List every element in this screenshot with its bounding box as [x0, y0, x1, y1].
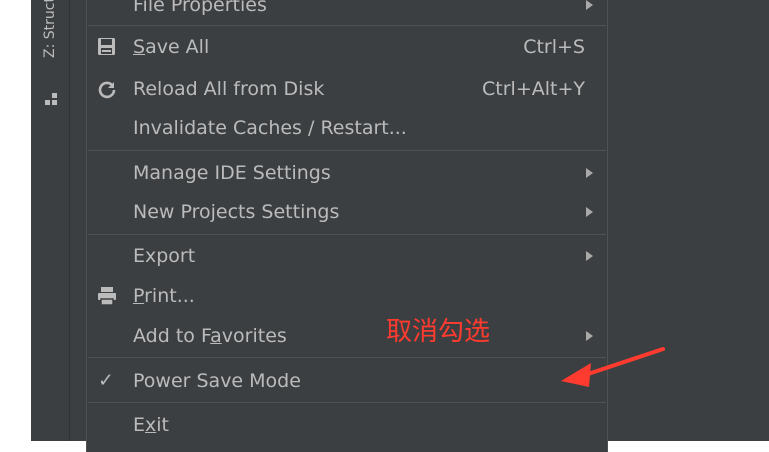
structure-tool-tab[interactable]: Z: Struct [42, 0, 62, 120]
menu-separator [88, 402, 606, 403]
menu-item-file-properties[interactable]: File Properties [87, 0, 607, 25]
menu-item-label: Add to Favorites [133, 325, 287, 347]
menu-item-label: Print... [133, 285, 195, 307]
menu-item-add-to-favorites[interactable]: Add to Favorites [87, 316, 607, 356]
annotation-label: 取消勾选 [386, 317, 491, 347]
submenu-arrow-icon [586, 168, 593, 178]
menu-item-label: Exit [133, 414, 169, 436]
menu-item-label: File Properties [133, 0, 267, 16]
label-pre: E [133, 414, 146, 436]
mnemonic: a [210, 325, 222, 347]
menu-separator [88, 357, 606, 358]
menu-item-save-all[interactable]: Save All Ctrl+S [87, 27, 607, 67]
save-icon [98, 38, 115, 55]
menu-item-label: Save All [133, 36, 209, 58]
menu-item-label: Reload All from Disk [133, 78, 325, 100]
menu-item-export[interactable]: Export [87, 236, 607, 276]
submenu-arrow-icon [586, 207, 593, 217]
menu-item-label: Invalidate Caches / Restart... [133, 117, 407, 139]
file-menu-dropdown: File Properties Save All Ctrl+S Reload A… [86, 0, 608, 452]
submenu-arrow-icon [586, 251, 593, 261]
annotation-arrow-icon [561, 347, 665, 387]
label-pre: Add to F [133, 325, 211, 347]
label-post: ave All [145, 36, 210, 58]
structure-icon [45, 93, 57, 105]
menu-item-power-save-mode[interactable]: ✓ Power Save Mode [87, 361, 607, 401]
menu-item-label: Power Save Mode [133, 370, 301, 392]
menu-separator [88, 25, 606, 26]
menu-item-reload-all[interactable]: Reload All from Disk Ctrl+Alt+Y [87, 69, 607, 109]
menu-item-label: Manage IDE Settings [133, 162, 331, 184]
menu-item-manage-ide-settings[interactable]: Manage IDE Settings [87, 153, 607, 193]
shortcut-text: Ctrl+Alt+Y [482, 78, 585, 100]
print-icon [98, 287, 116, 306]
checkmark-icon: ✓ [98, 369, 114, 392]
mnemonic: x [145, 414, 157, 436]
menu-separator [88, 150, 606, 151]
menu-item-new-projects-settings[interactable]: New Projects Settings [87, 192, 607, 232]
submenu-arrow-icon [586, 331, 593, 341]
submenu-arrow-icon [586, 0, 593, 10]
label-post: rint... [144, 285, 195, 307]
mnemonic: S [133, 36, 146, 58]
shortcut-text: Ctrl+S [523, 36, 585, 58]
menu-item-exit[interactable]: Exit [87, 405, 607, 445]
reload-icon [98, 81, 116, 99]
mnemonic: P [133, 285, 145, 307]
menu-item-label: Export [133, 245, 196, 267]
menu-item-label: New Projects Settings [133, 201, 340, 223]
structure-tab-label: Z: Struct [42, 0, 58, 58]
label-post: vorites [221, 325, 287, 347]
menu-separator [88, 234, 606, 235]
label-post: it [156, 414, 169, 436]
menu-item-invalidate-caches[interactable]: Invalidate Caches / Restart... [87, 108, 607, 148]
menu-item-print[interactable]: Print... [87, 276, 607, 316]
